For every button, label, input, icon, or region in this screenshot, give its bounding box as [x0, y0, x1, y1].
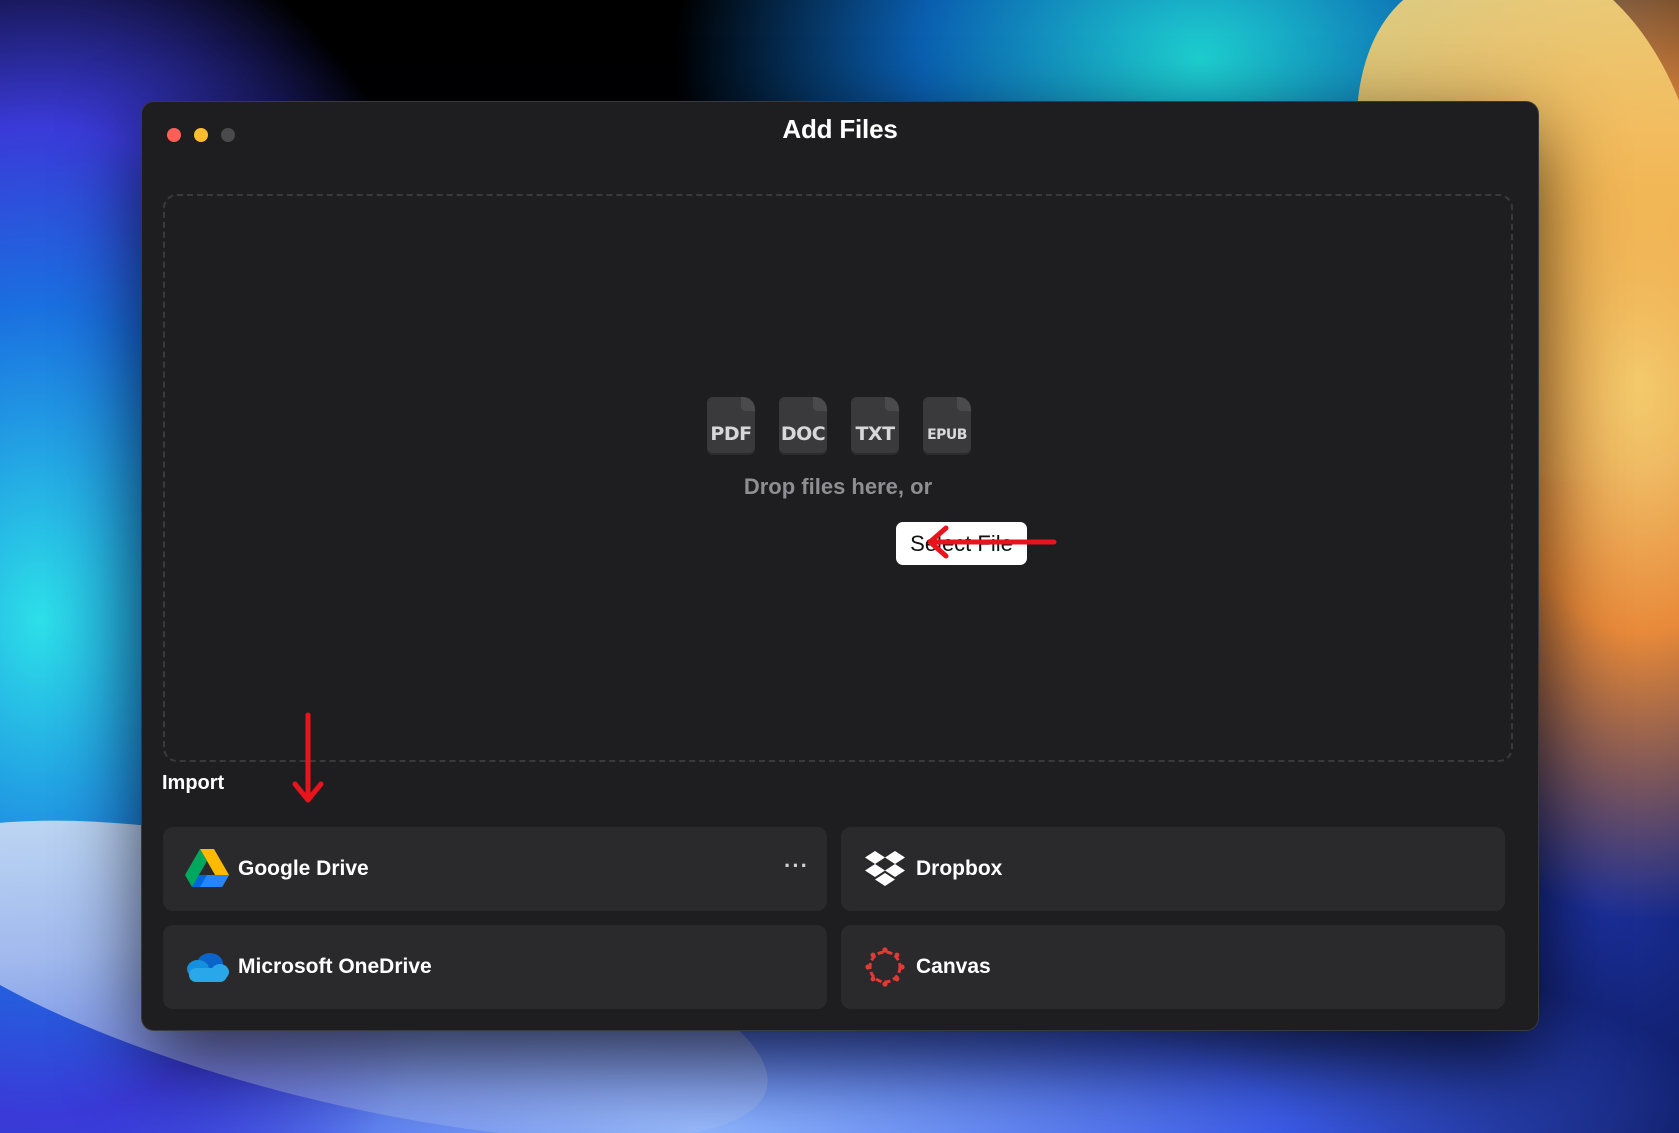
- dropbox-label: Dropbox: [916, 857, 1003, 880]
- onedrive-icon: [184, 944, 230, 990]
- import-onedrive[interactable]: Microsoft OneDrive: [163, 925, 827, 1009]
- epub-file-icon: EPUB: [923, 397, 971, 455]
- pdf-file-label: PDF: [710, 423, 752, 445]
- import-section-label: Import: [162, 772, 225, 794]
- add-files-window: Add Files PDF DOC TXT EPUB Drop files he…: [142, 102, 1538, 1030]
- epub-file-label: EPUB: [927, 427, 967, 443]
- annotation-arrow-left: [927, 525, 1057, 559]
- annotation-arrow-down: [292, 712, 324, 803]
- canvas-label: Canvas: [916, 955, 991, 978]
- import-dropbox[interactable]: Dropbox: [841, 827, 1505, 911]
- txt-file-label: TXT: [855, 423, 895, 445]
- onedrive-label: Microsoft OneDrive: [238, 955, 432, 978]
- google-drive-more-button[interactable]: ···: [784, 853, 809, 879]
- import-canvas[interactable]: Canvas: [841, 925, 1505, 1009]
- import-google-drive[interactable]: Google Drive ···: [163, 827, 827, 911]
- google-drive-label: Google Drive: [238, 857, 369, 880]
- doc-file-icon: DOC: [779, 397, 827, 455]
- google-drive-icon: [184, 846, 230, 892]
- doc-file-label: DOC: [780, 423, 826, 445]
- canvas-icon: [862, 944, 908, 990]
- txt-file-icon: TXT: [851, 397, 899, 455]
- drop-instructions: Drop files here, or: [743, 474, 933, 499]
- dropbox-icon: [862, 846, 908, 892]
- window-title: Add Files: [782, 114, 898, 144]
- pdf-file-icon: PDF: [707, 397, 755, 455]
- file-drop-zone[interactable]: PDF DOC TXT EPUB Drop files here, or: [163, 194, 1513, 762]
- file-type-icons: PDF DOC TXT EPUB: [707, 397, 971, 455]
